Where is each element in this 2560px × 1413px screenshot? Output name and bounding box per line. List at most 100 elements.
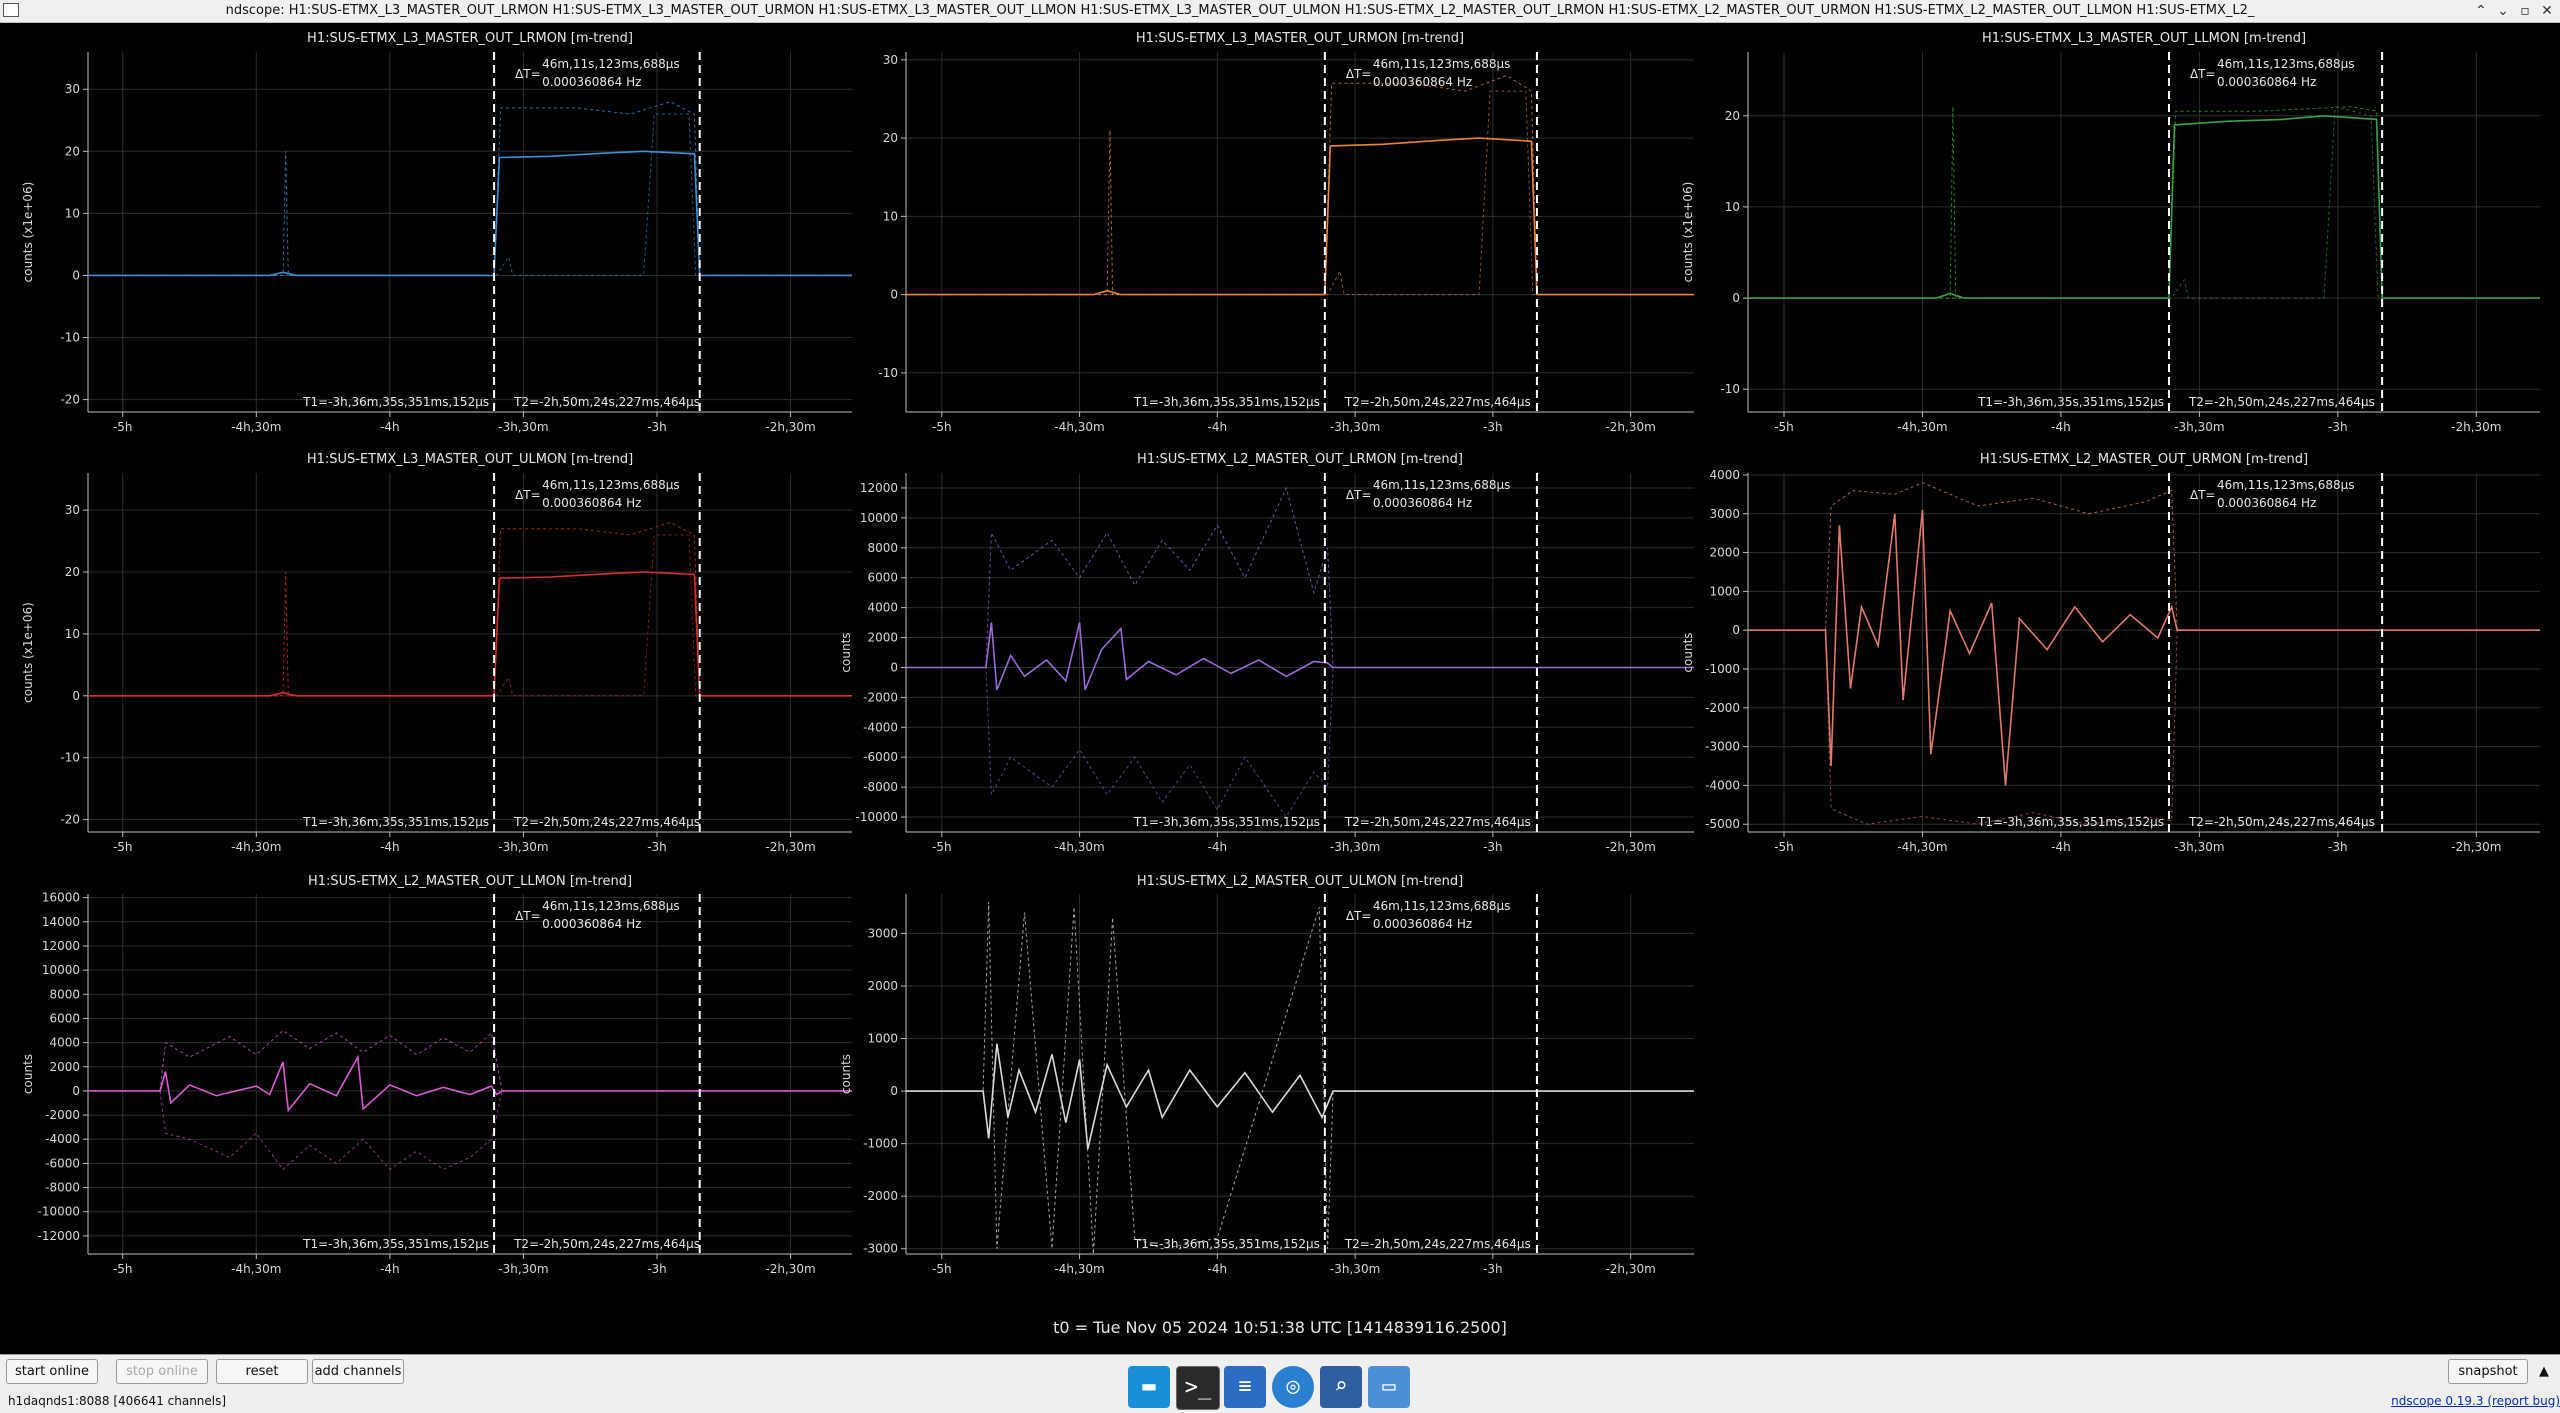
y-tick-label: 3000 [867,926,898,940]
folder-icon[interactable]: ▭ [1368,1366,1410,1408]
y-tick-label: -2000 [45,1108,80,1122]
y-tick-label: 1000 [867,1032,898,1046]
plot-grid[interactable]: H1:SUS-ETMX_L3_MASTER_OUT_LRMON [m-trend… [0,22,2560,1320]
x-tick-label: -5h [1774,420,1794,434]
x-tick-label: -4h,30m [231,1262,281,1276]
x-tick-label: -3h [2328,840,2348,854]
x-tick-label: -3h [647,1262,667,1276]
y-tick-label: 10 [1725,200,1740,214]
t2-label: T2=-2h,50m,24s,227ms,464μs [1344,815,1531,829]
plot-panel-6: H1:SUS-ETMX_L2_MASTER_OUT_URMON [m-trend… [1681,452,2540,854]
x-tick-label: -2h,30m [765,420,815,434]
y-tick-label: 20 [65,565,80,579]
y-tick-label: 0 [890,288,898,302]
x-tick-label: -2h,30m [1605,1262,1655,1276]
delta-time: 46m,11s,123ms,688μs [542,57,680,71]
delta-freq: 0.000360864 Hz [542,917,641,931]
series-line-2 [88,1029,852,1092]
series-line-2 [88,101,852,276]
t1-label: T1=-3h,36m,35s,351ms,152μs [302,395,489,409]
desktop-icon[interactable]: ▬ [1128,1366,1170,1408]
plot-panel-4: H1:SUS-ETMX_L3_MASTER_OUT_ULMON [m-trend… [21,452,852,854]
x-tick-label: -4h [2051,420,2071,434]
start-online-button[interactable]: start online [6,1359,98,1384]
series-group [1748,482,2540,825]
y-tick-label: 2000 [867,631,898,645]
y-tick-label: 2000 [49,1060,80,1074]
expand-icon[interactable]: ▲ [2532,1359,2556,1384]
x-tick-label: -3h [2328,420,2348,434]
plot-title: H1:SUS-ETMX_L2_MASTER_OUT_URMON [m-trend… [1980,452,2308,467]
t2-label: T2=-2h,50m,24s,227ms,464μs [2188,395,2375,409]
version-link[interactable]: ndscope 0.19.3 (report bug) [2391,1394,2560,1408]
y-tick-label: -4000 [45,1132,80,1146]
version-text[interactable]: ndscope 0.19.3 [2391,1394,2483,1408]
x-tick-label: -3h [647,840,667,854]
series-line-2 [1748,482,2540,631]
y-tick-label: 10000 [42,963,80,977]
terminal-icon[interactable]: >_ [1176,1366,1220,1410]
y-tick-label: 3000 [1709,507,1740,521]
delta-freq: 0.000360864 Hz [542,496,641,510]
delta-freq: 0.000360864 Hz [1373,917,1472,931]
add-channels-button[interactable]: add channels [312,1359,404,1384]
x-tick-label: -4h,30m [231,420,281,434]
y-tick-label: 10000 [860,511,898,525]
y-tick-label: 4000 [49,1036,80,1050]
plot-title: H1:SUS-ETMX_L3_MASTER_OUT_LLMON [m-trend… [1982,31,2306,46]
y-tick-label: 2000 [867,979,898,993]
t2-label: T2=-2h,50m,24s,227ms,464μs [513,815,700,829]
y-tick-label: 16000 [42,891,80,905]
snapshot-button[interactable]: snapshot [2448,1359,2528,1384]
delta-time: 46m,11s,123ms,688μs [542,478,680,492]
y-tick-label: -20 [60,393,80,407]
x-tick-label: -5h [113,420,133,434]
minimize-icon[interactable]: ⌄ [2494,2,2512,20]
reset-button[interactable]: reset [216,1359,308,1384]
y-tick-label: 0 [72,1084,80,1098]
close-icon[interactable]: ✕ [2538,2,2556,20]
stop-online-button[interactable]: stop online [116,1359,208,1384]
y-tick-label: 20 [65,144,80,158]
series-group [88,1029,852,1171]
x-tick-label: -3h,30m [1330,840,1380,854]
plot-title: H1:SUS-ETMX_L3_MASTER_OUT_LRMON [m-trend… [307,31,633,46]
plot-canvas[interactable]: H1:SUS-ETMX_L3_MASTER_OUT_LRMON [m-trend… [0,22,2560,1320]
t2-label: T2=-2h,50m,24s,227ms,464μs [2188,815,2375,829]
window-titlebar: ndscope: H1:SUS-ETMX_L3_MASTER_OUT_LRMON… [0,0,2560,23]
y-tick-label: -10 [1720,382,1740,396]
x-tick-label: -2h,30m [765,840,815,854]
maximize-icon[interactable]: ▫ [2516,2,2534,20]
keep-above-icon[interactable]: ⌃ [2472,2,2490,20]
x-tick-label: -2h,30m [1605,840,1655,854]
x-tick-label: -5h [932,1262,952,1276]
y-tick-label: -10000 [855,810,898,824]
report-bug-link[interactable]: (report bug) [2487,1394,2560,1408]
y-tick-label: -1000 [863,1137,898,1151]
delta-freq: 0.000360864 Hz [2217,75,2316,89]
y-axis-label: counts (x1e+06) [21,602,35,703]
series-line-1 [88,1054,852,1113]
y-tick-label: -5000 [1705,817,1740,831]
search-icon[interactable]: ⌕ [1320,1366,1362,1408]
t1-label: T1=-3h,36m,35s,351ms,152μs [1133,815,1320,829]
y-tick-label: -10000 [37,1205,80,1219]
delta-label: ΔT= [1346,488,1372,502]
y-tick-label: -10 [60,331,80,345]
series-line-2 [906,74,1694,296]
text-editor-icon[interactable]: ≡ [1224,1366,1266,1408]
y-tick-label: -10 [60,751,80,765]
y-tick-label: 30 [65,503,80,517]
x-tick-label: -3h,30m [498,420,548,434]
x-tick-label: -3h [1483,840,1503,854]
plot-title: H1:SUS-ETMX_L3_MASTER_OUT_URMON [m-trend… [1136,31,1464,46]
series-line-3 [906,667,1694,818]
delta-time: 46m,11s,123ms,688μs [542,899,680,913]
plot-panel-2: H1:SUS-ETMX_L3_MASTER_OUT_URMON [m-trend… [878,31,1694,434]
delta-time: 46m,11s,123ms,688μs [2217,478,2355,492]
browser-icon[interactable]: ◎ [1272,1366,1314,1408]
y-tick-label: -8000 [863,780,898,794]
y-axis-label: counts [839,632,853,672]
x-tick-label: -3h,30m [2174,840,2224,854]
y-tick-label: 14000 [42,915,80,929]
